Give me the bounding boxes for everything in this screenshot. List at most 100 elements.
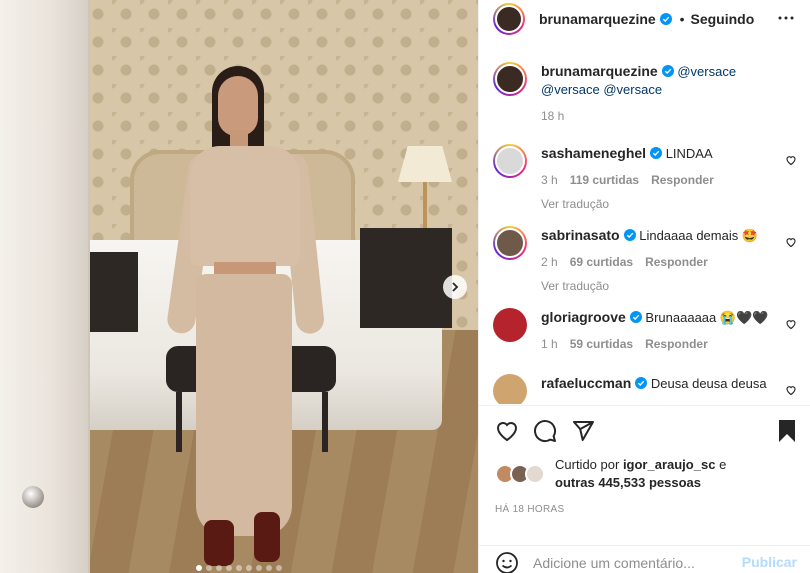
header-user: brunamarquezine • Seguindo <box>539 11 754 27</box>
likes-text: Curtido por igor_araujo_sc e outras 445,… <box>555 456 726 492</box>
carousel-dot <box>266 565 272 571</box>
comment-input[interactable] <box>533 554 733 571</box>
likes-count-link[interactable]: outras 445,533 pessoas <box>555 475 701 490</box>
avatar[interactable] <box>493 3 525 35</box>
verified-icon <box>650 147 663 159</box>
avatar-image <box>493 308 527 342</box>
person-skirt <box>196 274 292 536</box>
comment-meta: 1 h 59 curtidas Responder <box>541 335 781 353</box>
post-photo[interactable] <box>0 0 478 573</box>
header-username[interactable]: brunamarquezine <box>539 11 656 27</box>
reply-button[interactable]: Responder <box>645 335 708 353</box>
avatar[interactable] <box>493 308 527 342</box>
comment-meta: 3 h 119 curtidas Responder <box>541 171 781 189</box>
comment-text: LINDAA <box>665 146 713 161</box>
post-timestamp: HÁ 18 HORAS <box>495 504 565 515</box>
avatar[interactable] <box>493 144 527 178</box>
see-translation-button[interactable]: Ver tradução <box>541 277 781 295</box>
comment-item: gloriagroove Brunaaaaaa 😭🖤🖤 1 h 59 curti… <box>493 308 805 353</box>
follow-state-button[interactable]: Seguindo <box>691 11 755 27</box>
comment-time: 1 h <box>541 337 558 351</box>
person-shoe <box>254 512 280 562</box>
door <box>0 0 90 573</box>
bench-leg <box>322 392 328 452</box>
action-icons <box>479 406 810 456</box>
comment-likes[interactable]: 119 curtidas <box>570 171 639 189</box>
carousel-dot <box>246 565 252 571</box>
verified-icon <box>661 65 674 77</box>
caption-meta: 18 h <box>541 107 781 125</box>
post-actions: Curtido por igor_araujo_sc e outras 445,… <box>479 405 810 515</box>
comment-text: Brunaaaaaa 😭🖤🖤 <box>645 310 769 325</box>
likes-summary: Curtido por igor_araujo_sc e outras 445,… <box>479 456 810 492</box>
comment-meta: 2 h 69 curtidas Responder <box>541 253 781 271</box>
carousel-next-button[interactable] <box>443 275 467 299</box>
comment-username[interactable]: sashameneghel <box>541 145 646 161</box>
verified-icon <box>629 311 642 323</box>
caption-mention[interactable]: @versace <box>677 64 736 79</box>
comment-icon[interactable] <box>533 419 557 443</box>
like-comment-icon[interactable] <box>785 236 797 248</box>
comment-body: gloriagroove Brunaaaaaa 😭🖤🖤 1 h 59 curti… <box>541 308 781 353</box>
avatar[interactable] <box>493 374 527 404</box>
carousel-dot <box>236 565 242 571</box>
lamp-right-pole <box>423 182 427 228</box>
emoji-icon[interactable] <box>495 551 519 573</box>
comment-likes[interactable]: 59 curtidas <box>570 335 633 353</box>
add-comment-bar: Publicar <box>479 545 810 573</box>
comment-likes[interactable]: 69 curtidas <box>570 253 633 271</box>
liker-username[interactable]: igor_araujo_sc <box>623 457 716 472</box>
like-comment-icon[interactable] <box>785 384 797 396</box>
caption-mentions[interactable]: @versace @versace <box>541 82 662 97</box>
header-separator: • <box>679 11 685 27</box>
share-icon[interactable] <box>571 419 595 443</box>
comment-item: rafaeluccman Deusa deusa deusa <box>493 374 805 404</box>
likes-prefix: Curtido por <box>555 457 620 472</box>
see-translation-button[interactable]: Ver tradução <box>541 195 781 213</box>
caption-body: brunamarquezine @versace @versace @versa… <box>541 62 781 125</box>
carousel-dot <box>206 565 212 571</box>
comment-body: rafaeluccman Deusa deusa deusa <box>541 374 781 404</box>
bookmark-filled-icon[interactable] <box>777 419 797 443</box>
chevron-right-icon <box>452 282 459 292</box>
more-horizontal-icon[interactable] <box>778 10 794 26</box>
door-knob <box>22 486 44 508</box>
publish-button[interactable]: Publicar <box>742 554 797 570</box>
avatar[interactable] <box>493 62 527 96</box>
caption-username[interactable]: brunamarquezine <box>541 63 658 79</box>
avatar-image <box>495 228 525 258</box>
caption-time: 18 h <box>541 109 565 123</box>
avatar[interactable] <box>493 226 527 260</box>
person-shoe <box>204 520 234 566</box>
like-comment-icon[interactable] <box>785 154 797 166</box>
comment-item: sashameneghel LINDAA 3 h 119 curtidas Re… <box>493 144 805 213</box>
verified-icon <box>635 377 648 389</box>
heart-icon[interactable] <box>495 419 519 443</box>
like-comment-icon[interactable] <box>785 318 797 330</box>
liker-avatars <box>495 464 549 484</box>
person-face <box>218 76 258 136</box>
caption: brunamarquezine @versace @versace @versa… <box>493 62 805 125</box>
verified-icon <box>623 229 636 241</box>
carousel-dots <box>196 565 282 571</box>
avatar-image <box>493 374 527 404</box>
post-header: brunamarquezine • Seguindo <box>479 0 810 38</box>
comment-username[interactable]: sabrinasato <box>541 227 620 243</box>
comment-username[interactable]: gloriagroove <box>541 309 626 325</box>
reply-button[interactable]: Responder <box>651 171 714 189</box>
post-panel: brunamarquezine • Seguindo brunamarquezin… <box>478 0 810 573</box>
comment-username[interactable]: rafaeluccman <box>541 375 631 391</box>
reply-button[interactable]: Responder <box>645 253 708 271</box>
carousel-dot <box>226 565 232 571</box>
comment-text: Lindaaaa demais 🤩 <box>639 228 759 243</box>
avatar <box>525 464 545 484</box>
comments-list[interactable]: brunamarquezine @versace @versace @versa… <box>479 52 810 404</box>
carousel-dot <box>196 565 202 571</box>
comment-time: 2 h <box>541 255 558 269</box>
comment-text: Deusa deusa deusa <box>650 376 767 391</box>
comment-body: sashameneghel LINDAA 3 h 119 curtidas Re… <box>541 144 781 213</box>
likes-suffix: e <box>719 457 727 472</box>
verified-icon <box>659 13 672 25</box>
avatar-image <box>495 146 525 176</box>
bench-leg <box>176 392 182 452</box>
